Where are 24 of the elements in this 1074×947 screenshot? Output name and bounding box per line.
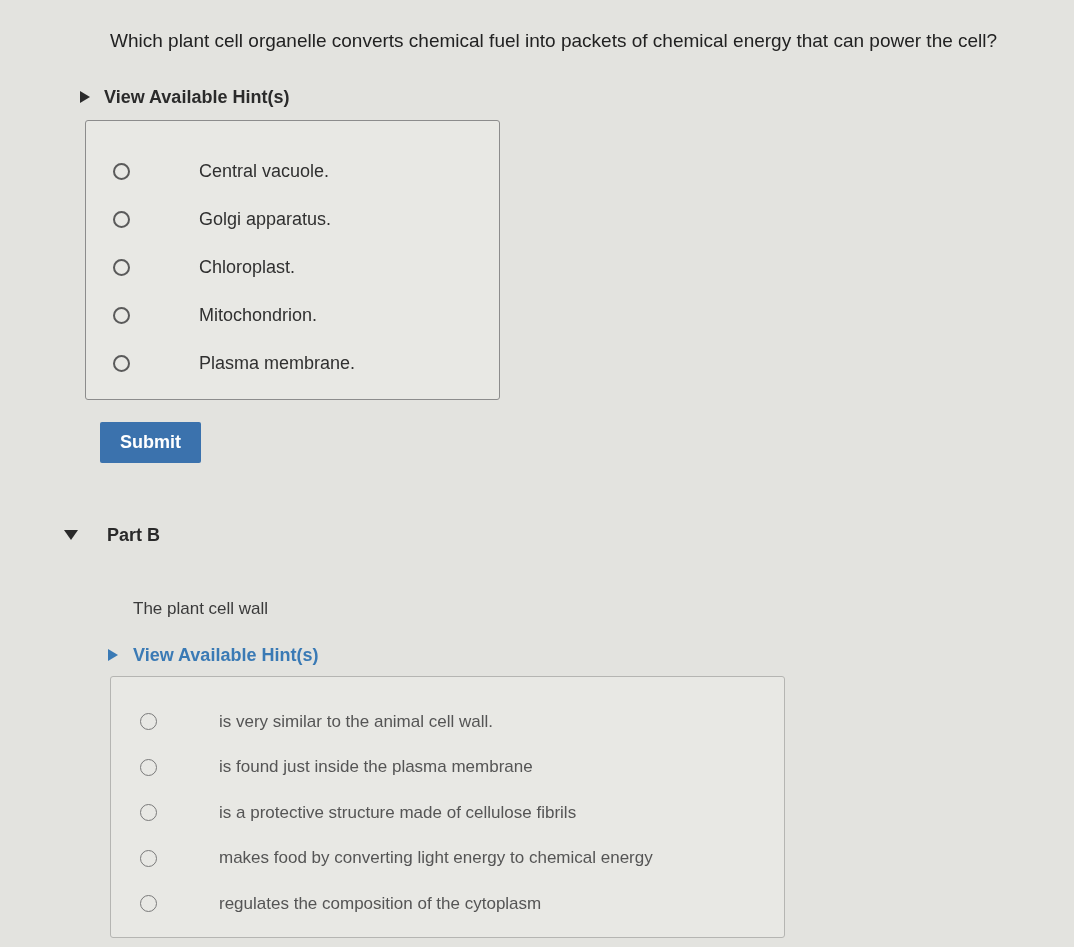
option-label[interactable]: Chloroplast. xyxy=(199,256,296,278)
radio-button[interactable] xyxy=(113,306,130,324)
option-label[interactable]: makes food by converting light energy to chemical energy xyxy=(219,847,653,870)
option-label[interactable]: Mitochondrion. xyxy=(199,304,318,326)
submit-button[interactable]: Submit xyxy=(100,422,201,463)
caret-icon xyxy=(80,91,90,103)
option-label[interactable]: regulates the composition of the cytoplasm xyxy=(219,892,542,915)
option-label[interactable]: Golgi apparatus. xyxy=(199,208,332,230)
hint-toggle[interactable]: View Available Hint(s) xyxy=(80,85,290,109)
radio-button[interactable] xyxy=(113,162,130,180)
caret-icon xyxy=(108,649,118,661)
option-label[interactable]: is very similar to the animal cell wall. xyxy=(219,710,493,733)
radio-button[interactable] xyxy=(113,354,130,372)
part-heading-toggle[interactable]: Part B xyxy=(64,523,160,547)
radio-button[interactable] xyxy=(113,258,130,276)
question-text: Which plant cell organelle converts chemical fuel into packets of chemical energy that can power the cell? xyxy=(110,29,998,53)
option-label[interactable]: Central vacuole. xyxy=(199,160,330,182)
option-label[interactable]: is a protective structure made of cellulose fibrils xyxy=(219,801,577,824)
hint-toggle[interactable]: View Available Hint(s) xyxy=(108,643,319,667)
caret-icon xyxy=(64,530,78,540)
radio-button[interactable] xyxy=(113,210,130,228)
option-label[interactable]: is found just inside the plasma membrane xyxy=(219,756,533,779)
option-label[interactable]: Plasma membrane. xyxy=(199,352,356,374)
prompt-text: The plant cell wall xyxy=(133,598,269,620)
